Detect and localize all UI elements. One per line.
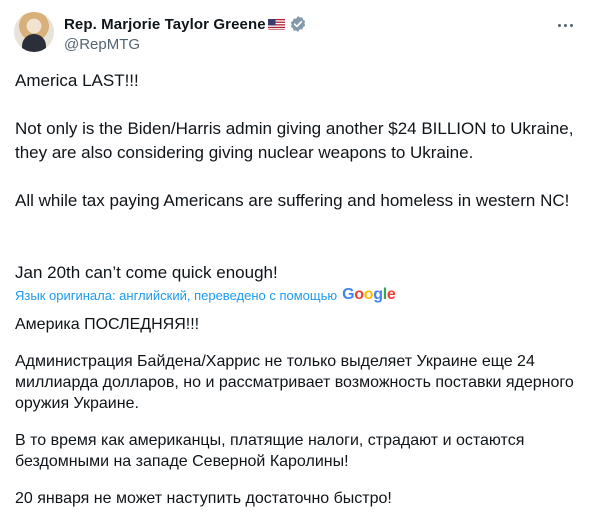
translation-note-text: Язык оригинала: английский, переведено с… — [15, 287, 338, 303]
more-options-icon[interactable] — [554, 16, 576, 34]
tweet-original-paragraph-3: All while tax paying Americans are suffe… — [15, 191, 570, 210]
tweet-original-paragraph-1: America LAST!!! — [15, 71, 139, 90]
author-info: Rep. Marjorie Taylor Greene @RepMTG — [64, 14, 544, 53]
tweet-translated-paragraph-4: 20 января не может наступить достаточно … — [15, 490, 392, 507]
verified-badge-icon — [289, 15, 307, 33]
tweet-translated-paragraph-3: В то время как американцы, платящие нало… — [15, 432, 525, 470]
tweet-header: Rep. Marjorie Taylor Greene @RepMTG — [14, 12, 584, 56]
author-handle[interactable]: @RepMTG — [64, 36, 544, 53]
tweet-original-paragraph-2: Not only is the Biden/Harris admin givin… — [15, 119, 574, 162]
tweet-translated-paragraph-2: Администрация Байдена/Харрис не только в… — [15, 353, 574, 412]
tweet-translated-paragraph-1: Америка ПОСЛЕДНЯЯ!!! — [15, 316, 200, 333]
us-flag-icon — [267, 18, 285, 30]
avatar[interactable] — [14, 12, 54, 52]
author-display-name[interactable]: Rep. Marjorie Taylor Greene — [64, 16, 266, 33]
tweet-original-paragraph-4: Jan 20th can’t come quick enough! — [15, 263, 278, 282]
google-logo: Google — [342, 286, 396, 303]
translation-note[interactable]: Язык оригинала: английский, переведено с… — [15, 286, 396, 304]
tweet-card: Rep. Marjorie Taylor Greene @RepMTG Amer… — [0, 0, 596, 523]
